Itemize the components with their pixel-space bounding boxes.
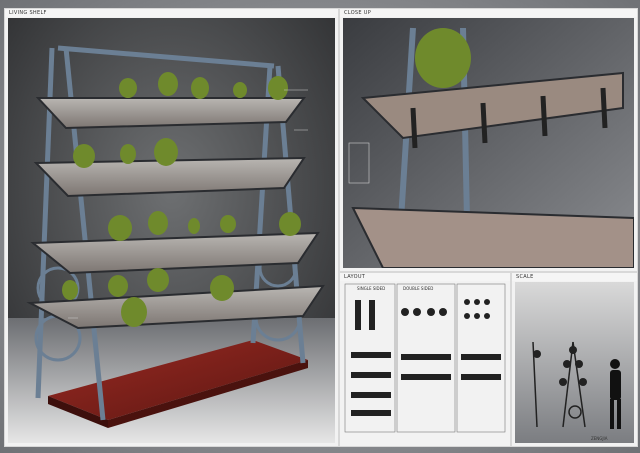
- scale-panel: SCALE ZENGJIA: [511, 272, 638, 447]
- closeup-panel: CLOSE UP: [339, 8, 638, 272]
- layout-diagram: SINGLE SIDED DOUBLE SIDED: [344, 283, 506, 433]
- closeup-render: [343, 18, 634, 268]
- main-panel-title: LIVING SHELF: [5, 9, 338, 17]
- closeup-planter-bottom: [351, 206, 634, 268]
- concept-sheet: LIVING SHELF CLOSE UP LAYOUT SINGLE SIDE…: [0, 0, 640, 453]
- scale-panel-title: SCALE: [512, 273, 637, 281]
- layout-panel: LAYOUT SINGLE SIDED DOUBLE SIDED: [339, 272, 511, 447]
- closeup-plant: [415, 28, 471, 88]
- layout-drawings: SINGLE SIDED DOUBLE SIDED: [343, 282, 507, 443]
- single-sided-label: SINGLE SIDED: [357, 286, 385, 291]
- main-panel: LIVING SHELF: [4, 8, 339, 447]
- closeup-panel-title: CLOSE UP: [340, 9, 637, 17]
- layout-panel-title: LAYOUT: [340, 273, 510, 281]
- signature: ZENGJIA: [591, 436, 608, 441]
- scale-drawing: ZENGJIA: [515, 282, 634, 443]
- double-sided-label: DOUBLE SIDED: [403, 286, 433, 291]
- living-shelf-render: [8, 18, 335, 443]
- scale-diagram: ZENGJIA: [515, 282, 634, 443]
- main-render-area: [8, 18, 335, 443]
- closeup-render-area: [343, 18, 634, 268]
